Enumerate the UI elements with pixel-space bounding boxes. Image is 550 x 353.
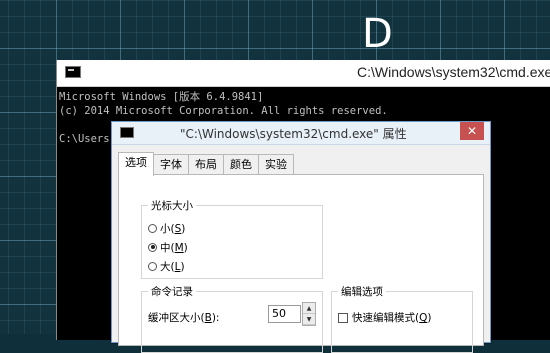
radio-small[interactable]: 小(S) (148, 220, 185, 236)
edit-options-group: 编辑选项 快速编辑模式(Q) (331, 284, 473, 353)
radio-medium[interactable]: 中(M) (148, 239, 188, 255)
tab-options[interactable]: 选项 (118, 152, 154, 176)
group-label: 编辑选项 (338, 284, 386, 299)
group-label: 光标大小 (148, 198, 196, 213)
spin-up-icon[interactable]: ▲ (303, 303, 315, 314)
buffer-size-input[interactable]: 50 (268, 305, 301, 323)
console-icon (65, 66, 81, 78)
spin-down-icon[interactable]: ▼ (303, 314, 315, 325)
buffer-size-spinner[interactable]: ▲ ▼ (302, 302, 316, 326)
tab-experimental[interactable]: 实验 (258, 154, 294, 175)
quick-edit-label: 快速编辑模式(Q) (352, 312, 432, 324)
console-line: (c) 2014 Microsoft Corporation. All righ… (59, 105, 388, 117)
radio-button-icon (148, 242, 157, 252)
tab-font[interactable]: 字体 (153, 154, 189, 175)
radio-label: 中(M) (160, 241, 188, 254)
buffer-size-label: 缓冲区大小(B): (148, 312, 220, 324)
console-icon (120, 127, 134, 138)
cmd-window-title: C:\Windows\system32\cmd.exe (357, 64, 550, 80)
properties-dialog[interactable]: "C:\Windows\system32\cmd.exe" 属性 ✕ 选项 字体… (111, 121, 491, 353)
radio-large[interactable]: 大(L) (148, 258, 185, 274)
desktop-letter: D (362, 11, 393, 57)
tab-colors[interactable]: 颜色 (223, 154, 259, 175)
cmd-title-bar[interactable]: C:\Windows\system32\cmd.exe (57, 60, 550, 87)
checkbox-icon (338, 312, 348, 323)
dialog-title: "C:\Windows\system32\cmd.exe" 属性 (180, 127, 407, 141)
radio-button-icon (148, 261, 157, 271)
radio-label: 大(L) (160, 260, 185, 273)
radio-label: 小(S) (160, 222, 186, 235)
options-panel: 光标大小 小(S) 中(M) 大(L) 命令记录 缓冲区大小(B): 50 ▲ … (118, 174, 484, 353)
cursor-size-group: 光标大小 小(S) 中(M) 大(L) (141, 198, 323, 279)
tab-strip: 选项 字体 布局 颜色 实验 (118, 152, 294, 176)
dialog-title-bar[interactable]: "C:\Windows\system32\cmd.exe" 属性 ✕ (112, 122, 490, 145)
console-line: Microsoft Windows [版本 6.4.9841] (59, 91, 264, 103)
close-button[interactable]: ✕ (460, 122, 484, 140)
command-history-group: 命令记录 缓冲区大小(B): 50 ▲ ▼ (141, 284, 323, 353)
radio-button-icon (148, 223, 157, 233)
group-label: 命令记录 (148, 284, 196, 299)
quick-edit-checkbox[interactable]: 快速编辑模式(Q) (338, 310, 431, 325)
tab-layout[interactable]: 布局 (188, 154, 224, 175)
